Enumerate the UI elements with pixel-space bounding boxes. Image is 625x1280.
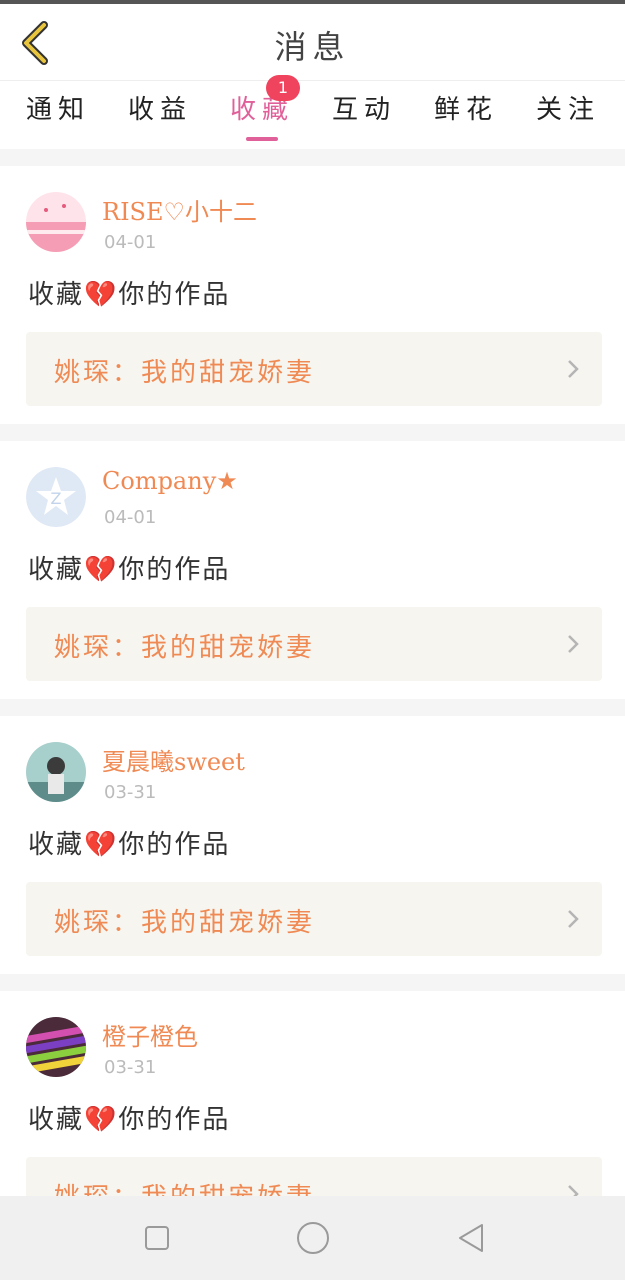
tab-bar: 通知 收益 收藏 1 互动 鲜花 关注 (0, 75, 625, 149)
home-button[interactable] (295, 1220, 331, 1256)
work-title: 姚琛：我的甜宠娇妻 (54, 1177, 315, 1196)
avatar-image (26, 742, 86, 802)
avatar[interactable] (26, 192, 86, 252)
tab-favorites[interactable]: 收藏 1 (212, 75, 312, 141)
tab-following[interactable]: 关注 (518, 89, 618, 139)
triangle-back-icon (459, 1224, 483, 1252)
recent-apps-button[interactable] (139, 1220, 175, 1256)
system-nav-bar (0, 1196, 625, 1280)
chevron-right-icon (568, 910, 579, 928)
work-link[interactable]: 姚琛：我的甜宠娇妻 (26, 332, 602, 406)
action-text: 收藏💔你的作品 (28, 1105, 231, 1135)
timestamp: 03-31 (104, 782, 157, 803)
username[interactable]: Company★ (102, 467, 238, 495)
tab-interactions[interactable]: 互动 (314, 89, 414, 139)
notification-list: RISE♡小十二 04-01 收藏💔你的作品 姚琛：我的甜宠娇妻 Z Compa… (0, 166, 625, 1196)
active-tab-indicator (246, 137, 278, 141)
tab-label: 关注 (535, 95, 600, 125)
username[interactable]: RISE♡小十二 (102, 192, 257, 227)
avatar-image: Z (26, 467, 86, 527)
username[interactable]: 橙子橙色 (102, 1017, 198, 1052)
avatar[interactable] (26, 742, 86, 802)
action-text: 收藏💔你的作品 (28, 830, 231, 860)
action-text: 收藏💔你的作品 (28, 555, 231, 585)
chevron-right-icon (568, 1185, 579, 1196)
work-title: 姚琛：我的甜宠娇妻 (54, 908, 316, 938)
notification-card: 夏晨曦sweet 03-31 收藏💔你的作品 姚琛：我的甜宠娇妻 (0, 716, 625, 974)
unread-badge: 1 (266, 75, 300, 101)
chevron-right-icon (568, 360, 579, 378)
timestamp: 03-31 (104, 1057, 157, 1078)
work-title: 姚琛：我的甜宠娇妻 (54, 358, 316, 388)
svg-text:Z: Z (51, 489, 62, 508)
header: 消息 (0, 4, 625, 80)
chevron-right-icon (568, 635, 579, 653)
avatar-image (26, 1017, 86, 1077)
work-title: 姚琛：我的甜宠娇妻 (54, 633, 316, 663)
tab-notifications[interactable]: 通知 (8, 89, 108, 139)
page-title: 消息 (274, 28, 351, 66)
username[interactable]: 夏晨曦sweet (102, 742, 245, 777)
tab-label: 互动 (331, 95, 396, 125)
tab-label: 鲜花 (433, 95, 498, 125)
timestamp: 04-01 (104, 507, 157, 528)
notification-card: Z Company★ 04-01 收藏💔你的作品 姚琛：我的甜宠娇妻 (0, 441, 625, 699)
square-icon (145, 1226, 169, 1250)
tab-flowers[interactable]: 鲜花 (416, 89, 516, 139)
avatar[interactable] (26, 1017, 86, 1077)
work-link[interactable]: 姚琛：我的甜宠娇妻 (26, 882, 602, 956)
timestamp: 04-01 (104, 232, 157, 253)
tab-earnings[interactable]: 收益 (110, 89, 210, 139)
work-link[interactable]: 姚琛：我的甜宠娇妻 (26, 1157, 602, 1196)
notification-card: 橙子橙色 03-31 收藏💔你的作品 姚琛：我的甜宠娇妻 (0, 991, 625, 1196)
circle-icon (297, 1222, 329, 1254)
tab-label: 收益 (127, 95, 192, 125)
work-link[interactable]: 姚琛：我的甜宠娇妻 (26, 607, 602, 681)
avatar-image (26, 192, 86, 252)
tab-label: 通知 (25, 95, 90, 125)
notification-card: RISE♡小十二 04-01 收藏💔你的作品 姚琛：我的甜宠娇妻 (0, 166, 625, 424)
avatar[interactable]: Z (26, 467, 86, 527)
action-text: 收藏💔你的作品 (28, 280, 231, 310)
back-nav-button[interactable] (453, 1220, 489, 1256)
